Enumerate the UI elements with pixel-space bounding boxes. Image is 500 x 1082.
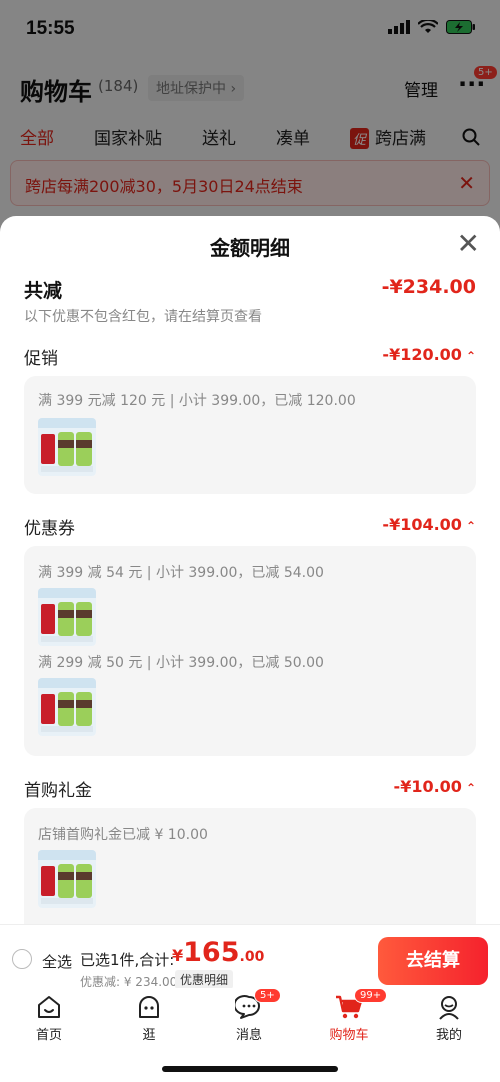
coupon-line-2: 满 299 减 50 元 | 小计 399.00，已减 50.00 [38,655,324,671]
chevron-up-icon: ⌃ [465,519,476,533]
home-face-icon [38,996,60,1018]
product-thumbnail[interactable] [38,678,96,736]
tab-label: 首页 [35,1028,62,1043]
chevron-up-icon: ⌃ [465,349,476,363]
select-all-checkbox[interactable] [12,949,32,969]
tab-label: 我的 [435,1028,462,1043]
product-thumbnail[interactable] [38,418,96,476]
cart-badge: 99+ [354,988,388,1003]
coupon-card: 满 399 减 54 元 | 小计 399.00，已减 54.00 满 299 … [24,546,476,756]
total-discount-amount: -¥234.00 [381,276,476,298]
promo-line: 满 399 元减 120 元 | 小计 399.00，已减 120.00 [38,393,356,409]
promo-card: 满 399 元减 120 元 | 小计 399.00，已减 120.00 [24,376,476,494]
chevron-up-icon: ⌃ [465,781,476,795]
select-all-label[interactable]: 全选 [42,951,72,972]
section-first-gift-title: 首购礼金 [24,781,92,801]
tab-cart[interactable]: 99+ 购物车 [314,988,388,1043]
tab-messages[interactable]: 5+ 消息 [214,988,284,1043]
tab-profile[interactable]: 我的 [414,992,484,1043]
total-price: ¥165.00 [172,937,265,968]
section-coupon-amount: -¥104.00 ⌃ [382,515,476,534]
total-discount-note: 以下优惠不包含红包，请在结算页查看 [24,309,262,325]
section-first-gift-header[interactable]: 首购礼金 -¥10.00 ⌃ [24,776,476,801]
tab-label: 逛 [142,1028,156,1043]
tab-home[interactable]: 首页 [14,992,84,1043]
sheet-content[interactable]: 共减 -¥234.00 以下优惠不包含红包，请在结算页查看 促销 -¥120.0… [0,276,500,924]
discount-detail-button[interactable]: 优惠明细 [175,970,234,989]
bottom-tab-bar: 首页 逛 5+ 消息 99+ 购物车 我的 [0,988,500,1048]
section-promo-amount: -¥120.00 ⌃ [382,345,476,364]
total-discount-label: 共减 [24,280,63,302]
section-promo-title: 促销 [24,349,58,369]
message-badge: 5+ [254,988,281,1003]
section-coupon-title: 优惠券 [24,519,75,539]
checkout-button[interactable]: 去结算 [378,937,488,985]
product-thumbnail[interactable] [38,588,96,646]
explore-face-icon [139,996,159,1018]
section-promo-header[interactable]: 促销 -¥120.00 ⌃ [24,344,476,369]
selected-summary: 已选1件,合计: [80,951,175,969]
total-discount-row: 共减 -¥234.00 [24,276,476,303]
close-icon[interactable]: ✕ [457,230,480,258]
tab-explore[interactable]: 逛 [114,992,184,1043]
profile-icon [439,996,459,1020]
section-coupon-header[interactable]: 优惠券 -¥104.00 ⌃ [24,514,476,539]
tab-label: 购物车 [329,1028,369,1043]
product-thumbnail[interactable] [38,850,96,908]
first-gift-line: 店铺首购礼金已减 ¥ 10.00 [38,827,208,843]
first-gift-card: 店铺首购礼金已减 ¥ 10.00 [24,808,476,924]
section-first-gift-amount: -¥10.00 ⌃ [393,777,476,796]
amount-detail-sheet: 金额明细 ✕ 共减 -¥234.00 以下优惠不包含红包，请在结算页查看 促销 … [0,216,500,1082]
tab-label: 消息 [235,1028,262,1043]
sheet-title: 金额明细 [210,236,290,260]
checkout-bar: 全选 已选1件,合计: ¥165.00 优惠减: ¥ 234.00 优惠明细 去… [0,924,500,989]
home-indicator [162,1066,338,1072]
coupon-line-1: 满 399 减 54 元 | 小计 399.00，已减 54.00 [38,565,324,581]
